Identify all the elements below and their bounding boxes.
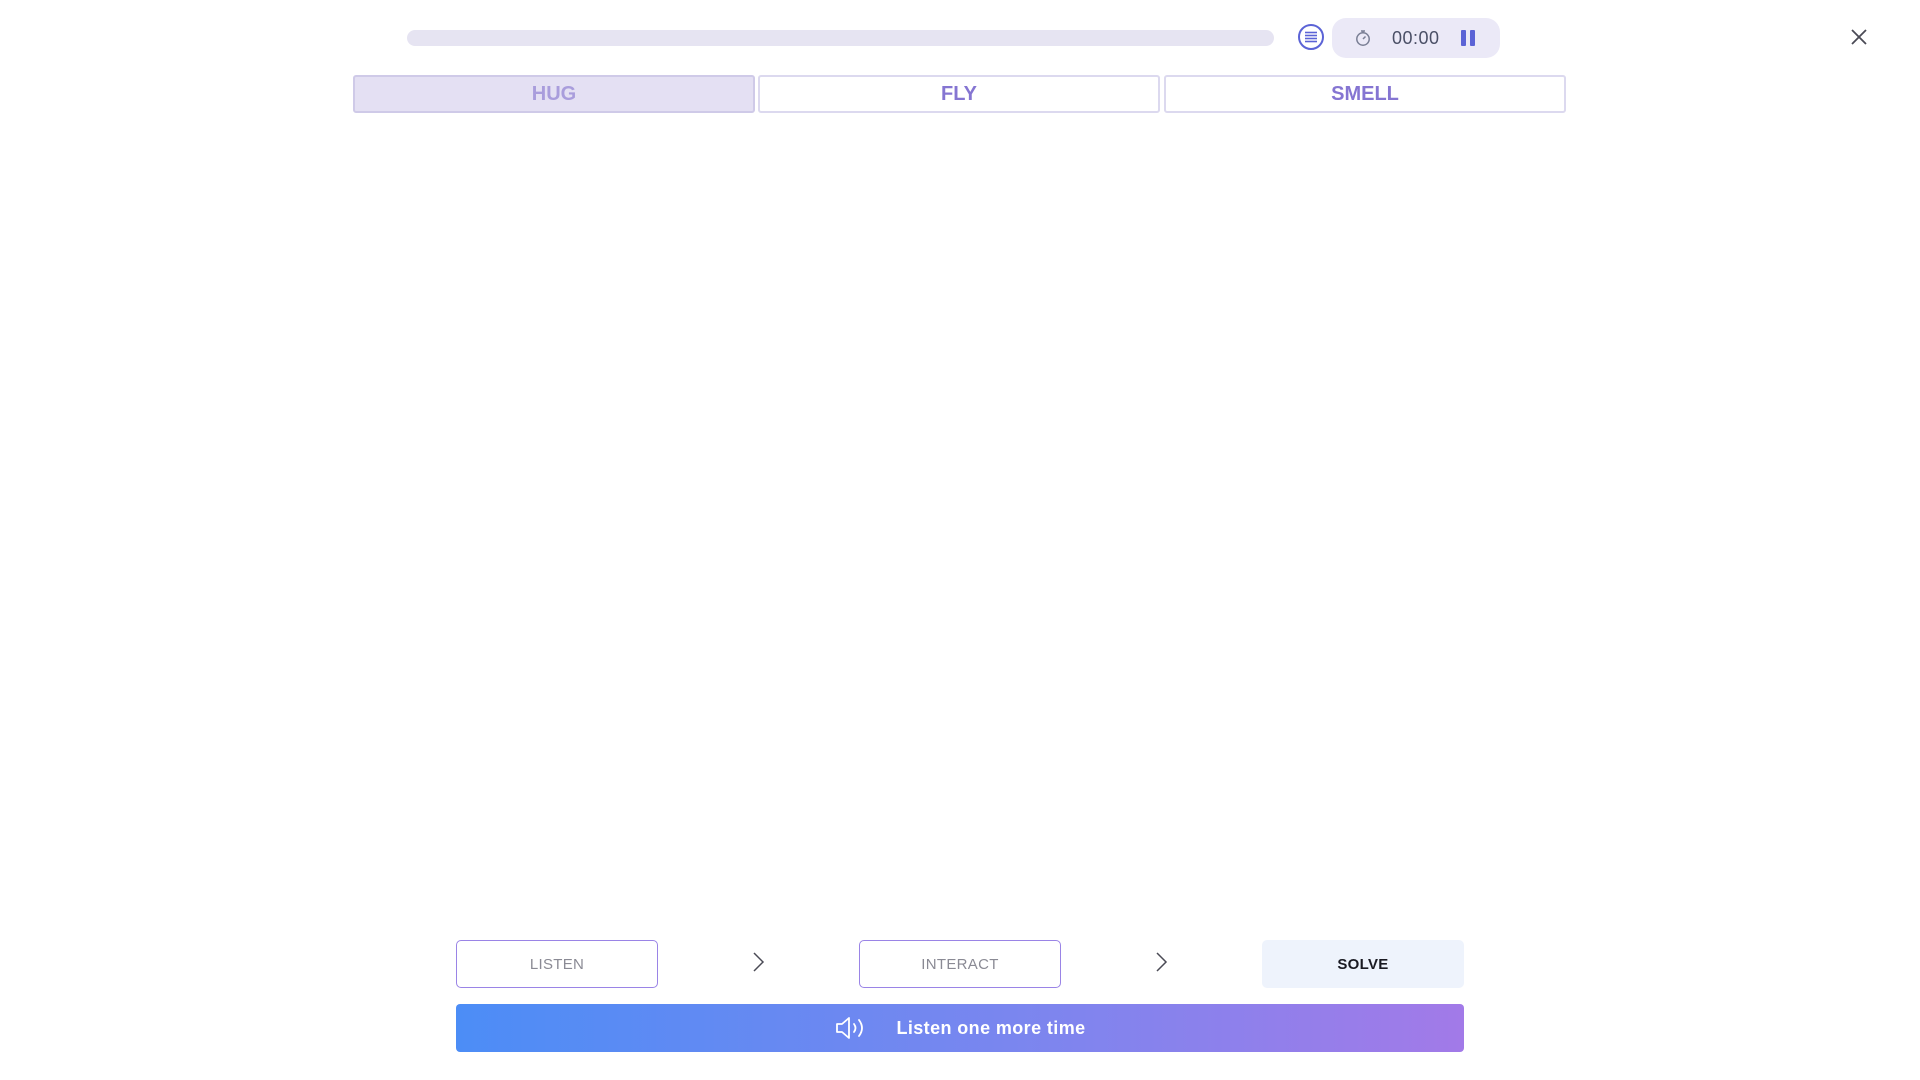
exercise-page: 00:00 HUG FLY SMELL LISTEN INTERACT SOLV… [0, 0, 1920, 1080]
chevron-right-icon [1156, 952, 1168, 972]
word-tab-smell[interactable]: SMELL [1164, 75, 1566, 113]
chevron-right-icon [753, 952, 765, 972]
progress-bar [407, 30, 1274, 46]
close-icon[interactable] [1846, 24, 1872, 50]
word-tab-hug[interactable]: HUG [353, 75, 755, 113]
step-solve: SOLVE [1262, 940, 1464, 988]
listen-again-label: Listen one more time [896, 1017, 1086, 1038]
list-button[interactable] [1298, 24, 1324, 50]
stopwatch-icon [1356, 30, 1370, 46]
step-interact: INTERACT [859, 940, 1061, 988]
pause-icon[interactable] [1458, 29, 1478, 47]
timer-value: 00:00 [1392, 28, 1440, 48]
timer-panel: 00:00 [1332, 18, 1500, 58]
step-listen: LISTEN [456, 940, 658, 988]
word-tab-fly[interactable]: FLY [758, 75, 1160, 113]
list-icon [1305, 31, 1317, 43]
listen-again-button[interactable]: Listen one more time [456, 1004, 1464, 1052]
speaker-icon [836, 1017, 864, 1039]
